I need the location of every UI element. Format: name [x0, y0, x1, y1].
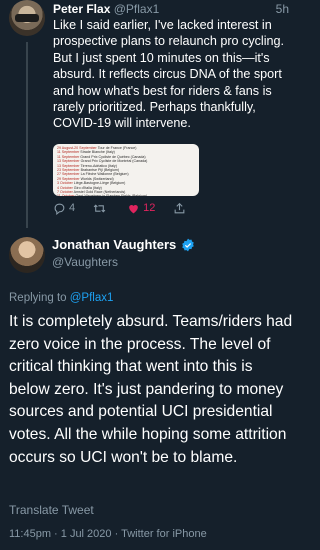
calendar-date: 7 October [57, 190, 73, 195]
share-icon [175, 202, 185, 213]
calendar-race: Tirreno-Adriatico (Italy) [79, 163, 117, 168]
like-count: 12 [143, 202, 156, 214]
embedded-image[interactable]: 29 August-20 September Tour de France (F… [53, 144, 199, 196]
calendar-date: 13 September [57, 159, 80, 164]
calendar-date: 3 October [57, 181, 73, 186]
tweet-text: It is completely absurd. Teams/riders ha… [9, 313, 293, 466]
calendar-race: Grand Prix Cycliste de Montréal (Canada) [79, 159, 148, 164]
author-handle[interactable]: @Pflax1 [114, 2, 160, 16]
reply-button[interactable]: 4 [53, 202, 75, 215]
author-name[interactable]: Jonathan Vaughters [52, 237, 176, 252]
calendar-race: La Flèche Wallonne (Belgium) [79, 172, 129, 177]
tweet-actions: 4 12 [53, 200, 293, 216]
reply-icon [54, 203, 65, 215]
replying-to: Replying to @Pflax1 [9, 292, 113, 304]
calendar-race: Brabantse Pijl (Belgium) [79, 168, 120, 173]
mention-link[interactable]: @Pflax1 [70, 292, 114, 304]
tweet-header: Peter Flax @Pflax1 5h [53, 2, 289, 16]
translate-tweet-link[interactable]: Translate Tweet [9, 503, 94, 517]
calendar-race: Gent-Wevelgem in Flanders Fields (Belgiu… [75, 194, 148, 196]
calendar-date: 11 September [57, 154, 80, 159]
author-name[interactable]: Peter Flax [53, 2, 110, 16]
calendar-race: Giro d'Italia (Italy) [72, 185, 102, 190]
tweet-metadata: 11:45pm · 1 Jul 2020 · Twitter for iPhon… [9, 528, 207, 540]
calendar-race: Amstel Gold Race (Netherlands) [72, 190, 126, 195]
calendar-date: 29 August-20 September [57, 146, 97, 150]
like-button[interactable]: 12 [127, 202, 155, 215]
calendar-date: 29 September [57, 176, 80, 181]
reply-count: 4 [69, 202, 76, 214]
calendar-date: 11 October [57, 194, 75, 196]
retweet-icon [93, 203, 106, 213]
avatar[interactable] [9, 0, 45, 36]
calendar-race: Tour de France (France) [96, 146, 137, 150]
heart-icon [129, 204, 138, 213]
calendar-date: 23 September [57, 168, 80, 173]
calendar-date: 4 October [57, 185, 73, 190]
calendar-row: 11 October Gent-Wevelgem in Flanders Fie… [57, 194, 195, 196]
share-button[interactable] [173, 202, 189, 215]
calendar-race: Grand Prix Cycliste de Québec (Canada) [79, 154, 146, 159]
quoted-tweet[interactable]: Peter Flax @Pflax1 5h Like I said earlie… [0, 0, 297, 228]
calendar-date: 13 September [57, 163, 80, 168]
tweet-time[interactable]: 5h [276, 2, 289, 16]
calendar-race: Worlds (Switzerland) [79, 176, 114, 181]
calendar-race: Strade Bianche (Italy) [79, 150, 115, 155]
verified-badge-icon [182, 238, 195, 251]
calendar-date: 27 September [57, 172, 80, 177]
author-name-row: Jonathan Vaughters [52, 237, 195, 252]
tweet-text: Like I said earlier, I've lacked interes… [53, 18, 285, 131]
thread-connector-line [26, 42, 28, 228]
retweet-button[interactable] [93, 202, 109, 215]
avatar[interactable] [9, 237, 45, 273]
calendar-date: 11 September [57, 150, 80, 155]
replying-prefix: Replying to [9, 292, 70, 304]
calendar-race: Liège-Bastogne-Liège (Belgium) [72, 181, 126, 186]
author-handle[interactable]: @Vaughters [52, 255, 118, 269]
